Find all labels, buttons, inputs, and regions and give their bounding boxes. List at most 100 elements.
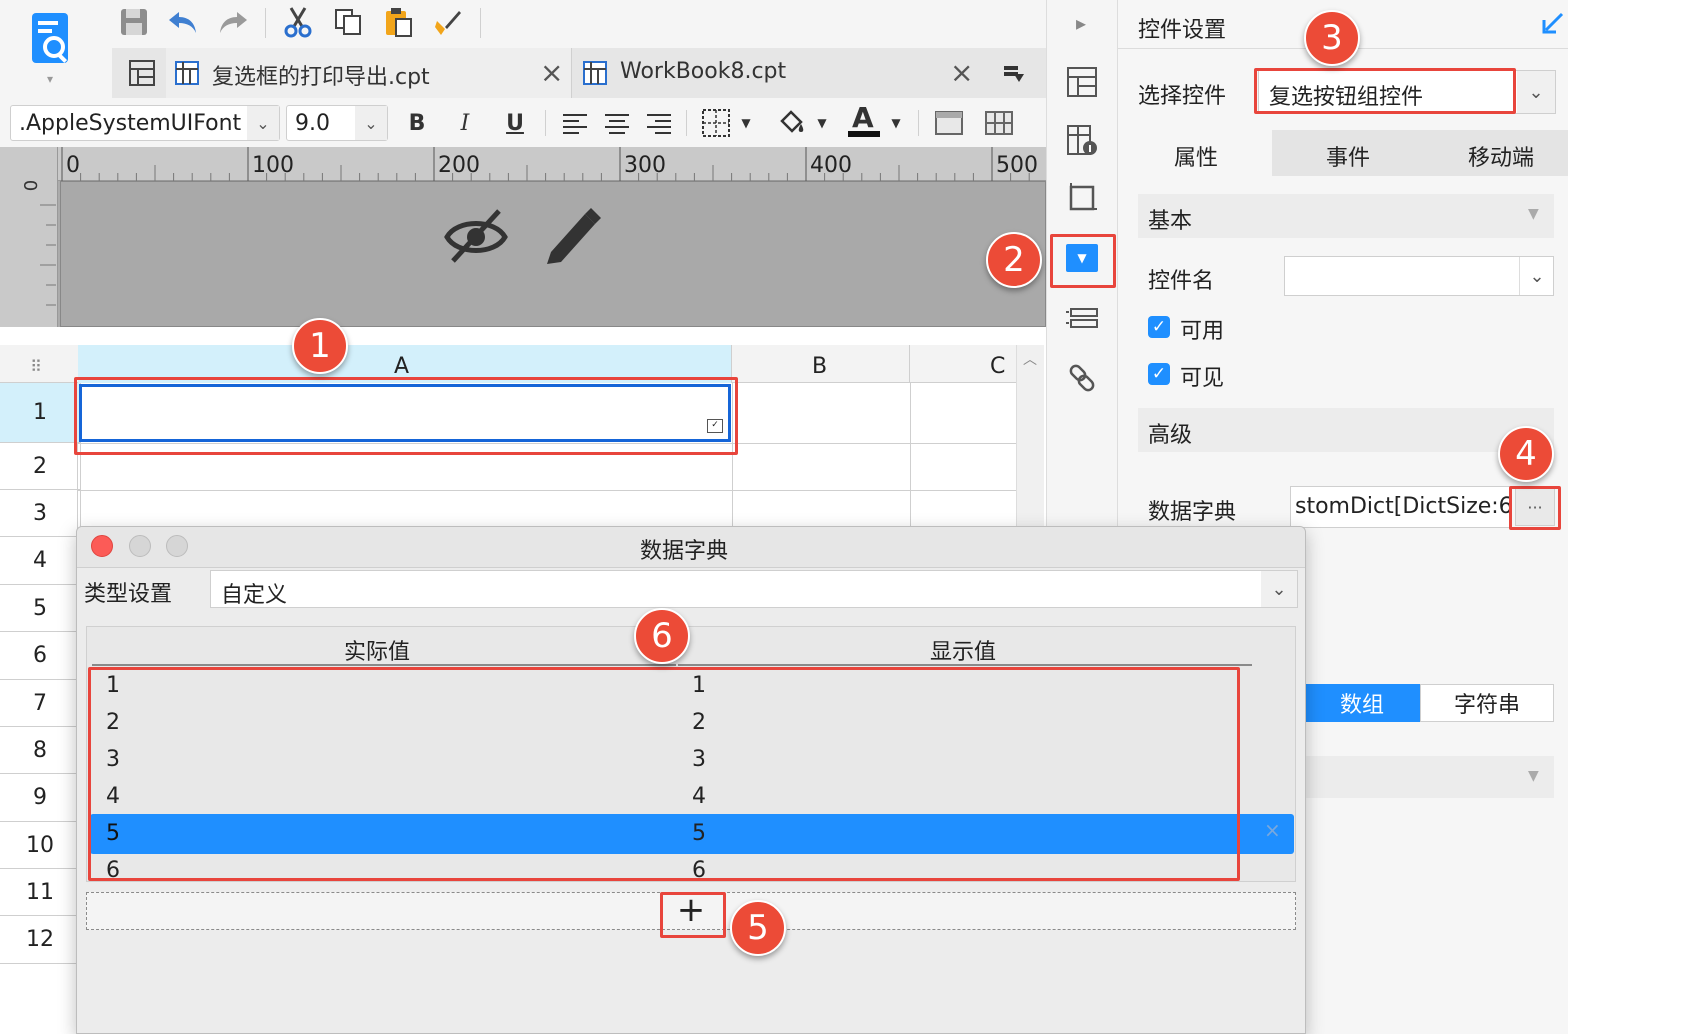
collapse-arrow-icon[interactable]: ▸ <box>1066 8 1096 38</box>
annotation-badge-5: 5 <box>730 900 786 956</box>
row-header-5[interactable]: 5 <box>0 585 80 632</box>
form-tab-icon[interactable] <box>124 56 160 90</box>
select-all-icon[interactable]: ⠿ <box>20 354 50 378</box>
annotation-box-5 <box>660 892 726 938</box>
save-icon[interactable] <box>116 4 152 40</box>
row-header-8[interactable]: 8 <box>0 727 80 774</box>
tab-events[interactable]: 事件 <box>1272 130 1422 176</box>
fill-color-icon[interactable] <box>774 104 810 140</box>
caret-down-icon[interactable]: ▼ <box>736 112 756 134</box>
row-header-9[interactable]: 9 <box>0 774 80 822</box>
row-header-3[interactable]: 3 <box>0 490 80 537</box>
split-cells-icon[interactable] <box>980 106 1018 140</box>
edit-pencil-icon[interactable] <box>538 200 604 270</box>
column-header-c[interactable]: C <box>910 345 1016 383</box>
tab-properties[interactable]: 属性 <box>1120 130 1272 176</box>
bold-button[interactable]: B <box>400 106 434 140</box>
row-header-4[interactable]: 4 <box>0 537 80 585</box>
type-setting-select[interactable]: 自定义 ⌄ <box>210 570 1298 608</box>
ruler-tick-label: 400 <box>810 153 852 178</box>
font-family-select[interactable]: .AppleSystemUIFont ⌄ <box>10 105 280 141</box>
row-delete-icon[interactable]: × <box>1264 818 1281 842</box>
data-dict-label: 数据字典 <box>1148 500 1237 525</box>
annotation-badge-2: 2 <box>986 232 1042 288</box>
type-setting-value: 自定义 <box>221 583 288 608</box>
copy-icon[interactable] <box>330 4 366 40</box>
format-painter-icon[interactable] <box>430 4 466 40</box>
select-widget-label: 选择控件 <box>1138 84 1227 109</box>
tab-label: 复选框的打印导出.cpt <box>212 65 430 90</box>
annotation-box-4 <box>1509 486 1561 530</box>
row-header-1[interactable]: 1 <box>0 383 80 443</box>
undo-icon[interactable] <box>164 4 202 40</box>
hyperlink-icon[interactable] <box>1062 358 1102 398</box>
tab-label: 移动端 <box>1468 146 1535 171</box>
scroll-up-icon[interactable]: ︿ <box>1023 349 1037 369</box>
tab-label: 属性 <box>1174 146 1219 171</box>
row-header-12[interactable]: 12 <box>0 916 80 964</box>
tab-label: 事件 <box>1326 146 1371 171</box>
row-header-11[interactable]: 11 <box>0 869 80 916</box>
tab-mobile[interactable]: 移动端 <box>1422 130 1568 176</box>
cut-icon[interactable] <box>280 4 316 40</box>
enabled-checkbox[interactable]: ✓ <box>1148 316 1170 338</box>
section-advanced-header[interactable]: 高级 <box>1138 408 1554 452</box>
pin-arrow-icon[interactable] <box>1538 8 1568 38</box>
section-basic-header[interactable]: 基本 ▼ <box>1138 194 1554 238</box>
form-layout-icon[interactable] <box>1062 62 1102 102</box>
section-title: 高级 <box>1148 423 1193 448</box>
ruler-tick-label: 0 <box>66 153 80 178</box>
chevron-down-icon: ⌄ <box>1261 571 1297 607</box>
merge-cells-icon[interactable] <box>930 106 968 140</box>
window-maximize-button[interactable] <box>166 535 188 557</box>
widget-library-icon[interactable] <box>1062 120 1102 160</box>
row-header-10[interactable]: 10 <box>0 822 80 869</box>
column-header-b[interactable]: B <box>732 345 910 383</box>
row-header-6[interactable]: 6 <box>0 632 80 680</box>
paste-icon[interactable] <box>380 4 416 40</box>
app-logo-icon[interactable] <box>26 8 78 70</box>
return-type-string[interactable]: 字符串 <box>1420 684 1554 722</box>
window-close-button[interactable] <box>91 535 113 557</box>
align-left-icon[interactable] <box>558 106 592 140</box>
font-size-select[interactable]: 9.0 ⌄ <box>286 105 388 141</box>
chevron-down-icon: ⌄ <box>355 106 387 140</box>
annotation-box-3 <box>1254 68 1516 114</box>
caret-down-icon[interactable]: ▼ <box>886 112 906 134</box>
tab-close-icon[interactable]: × <box>950 56 973 89</box>
align-right-icon[interactable] <box>642 106 676 140</box>
horizontal-ruler: 0 100 200 300 400 500 <box>58 147 1046 181</box>
column-header-label: 显示值 <box>930 640 997 665</box>
font-color-icon[interactable]: A <box>846 101 882 141</box>
redo-icon[interactable] <box>214 4 252 40</box>
font-color-glyph: A <box>852 101 874 134</box>
report-file-icon <box>172 58 202 88</box>
panel-title: 控件设置 <box>1138 18 1227 43</box>
column-label: C <box>990 354 1006 379</box>
tab-close-icon[interactable]: × <box>540 56 563 89</box>
window-minimize-button[interactable] <box>129 535 151 557</box>
tab-list-icon[interactable] <box>998 58 1030 88</box>
underline-button[interactable]: U <box>498 106 532 140</box>
visible-checkbox[interactable]: ✓ <box>1148 363 1170 385</box>
tab-report-2[interactable]: WorkBook8.cpt × <box>574 48 984 98</box>
italic-button[interactable]: I <box>448 106 482 140</box>
column-header-actual: 实际值 <box>92 634 676 666</box>
app-menu-chevron-icon[interactable]: ▾ <box>40 72 60 86</box>
annotation-box-2 <box>1050 234 1116 288</box>
border-icon[interactable] <box>698 106 734 140</box>
widget-name-input[interactable]: ⌄ <box>1284 256 1554 296</box>
caret-down-icon[interactable]: ▼ <box>812 112 832 134</box>
row-header-2[interactable]: 2 <box>0 443 80 490</box>
ruler-tick-label: 300 <box>624 153 666 178</box>
widget-name-label: 控件名 <box>1148 269 1215 294</box>
align-center-icon[interactable] <box>600 106 634 140</box>
frame-widget-icon[interactable] <box>1062 178 1102 218</box>
annotation-badge-3: 3 <box>1304 10 1360 66</box>
tab-report-1[interactable]: 复选框的打印导出.cpt × <box>166 48 572 98</box>
list-widget-icon[interactable] <box>1062 300 1102 340</box>
caret-down-icon: ▼ <box>1528 206 1539 222</box>
hide-eye-icon[interactable] <box>440 200 512 270</box>
dialog-title: 数据字典 <box>640 539 729 564</box>
row-header-7[interactable]: 7 <box>0 680 80 727</box>
